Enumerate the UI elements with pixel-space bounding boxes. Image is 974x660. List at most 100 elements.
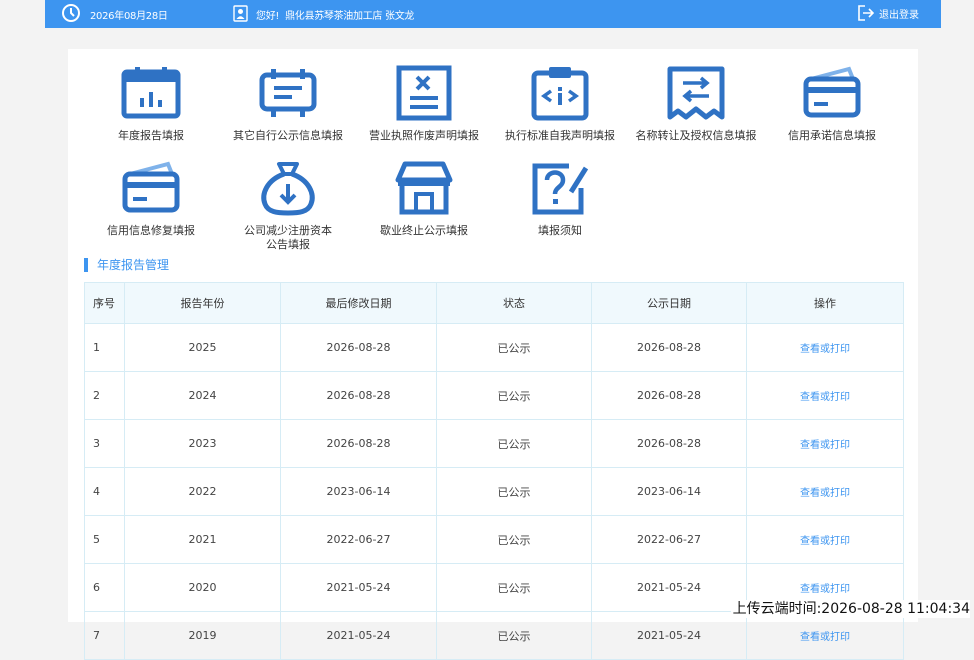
tile-filing-notice[interactable]: 填报须知	[492, 160, 628, 238]
tile-label: 执行标准自我声明填报	[505, 129, 615, 142]
cell-modified: 2026-08-28	[280, 323, 437, 372]
cell-modified: 2022-06-27	[280, 515, 437, 564]
greeting-text: 您好!	[256, 11, 280, 22]
table-row: 7 2019 2021-05-24 已公示 2021-05-24 查看或打印	[84, 611, 904, 660]
table-row: 2 2024 2026-08-28 已公示 2026-08-28 查看或打印	[84, 371, 904, 420]
cell-published: 2026-08-28	[591, 419, 747, 468]
cell-year: 2019	[124, 611, 281, 660]
tile-label: 信用信息修复填报	[107, 224, 195, 237]
logout-button[interactable]: 退出登录	[857, 4, 919, 22]
tile-label: 公司减少注册资本	[244, 224, 332, 237]
tile-credit-repair[interactable]: 信用信息修复填报	[83, 160, 219, 238]
credit-card-repair-icon	[122, 161, 180, 213]
view-print-link[interactable]: 查看或打印	[800, 344, 850, 355]
header-status: 状态	[436, 282, 592, 324]
tile-other-disclosure[interactable]: 其它自行公示信息填报	[220, 65, 356, 143]
tile-label: 其它自行公示信息填报	[233, 129, 343, 142]
table-row: 4 2022 2023-06-14 已公示 2023-06-14 查看或打印	[84, 467, 904, 516]
cell-year: 2025	[124, 323, 281, 372]
cell-status: 已公示	[436, 419, 592, 468]
tile-name-transfer[interactable]: 名称转让及授权信息填报	[628, 65, 764, 143]
cell-action: 查看或打印	[746, 371, 904, 420]
table-row: 5 2021 2022-06-27 已公示 2022-06-27 查看或打印	[84, 515, 904, 564]
current-date: 2026年08月28日	[90, 11, 168, 22]
cell-published: 2026-08-28	[591, 371, 747, 420]
logout-icon	[858, 5, 875, 21]
table-row: 1 2025 2026-08-28 已公示 2026-08-28 查看或打印	[84, 323, 904, 372]
cell-modified: 2026-08-28	[280, 419, 437, 468]
cell-modified: 2021-05-24	[280, 611, 437, 660]
cell-no: 2	[84, 371, 125, 420]
cell-status: 已公示	[436, 467, 592, 516]
cell-modified: 2023-06-14	[280, 467, 437, 516]
message-board-icon	[259, 69, 317, 117]
tile-credit-commitment[interactable]: 信用承诺信息填报	[764, 65, 900, 143]
question-edit-icon	[532, 163, 589, 215]
cell-year: 2022	[124, 467, 281, 516]
tile-label: 填报须知	[538, 224, 582, 237]
cell-year: 2020	[124, 563, 281, 612]
cell-published: 2021-05-24	[591, 563, 747, 612]
header-year: 报告年份	[124, 282, 281, 324]
cell-status: 已公示	[436, 371, 592, 420]
tile-label: 年度报告填报	[118, 129, 184, 142]
cell-action: 查看或打印	[746, 323, 904, 372]
tile-license-cancel[interactable]: 营业执照作废声明填报	[356, 65, 492, 143]
table-header-row: 序号 报告年份 最后修改日期 状态 公示日期 操作	[84, 282, 904, 324]
cell-status: 已公示	[436, 323, 592, 372]
cell-action: 查看或打印	[746, 515, 904, 564]
main-panel: 年度报告填报 其它自行公示信息填报 营业执照作废声明填报 执行标准自我声明填报 …	[68, 49, 918, 660]
credit-card-icon	[803, 66, 861, 118]
cell-modified: 2021-05-24	[280, 563, 437, 612]
cell-status: 已公示	[436, 563, 592, 612]
header-no: 序号	[84, 282, 125, 324]
cell-status: 已公示	[436, 611, 592, 660]
cell-action: 查看或打印	[746, 611, 904, 660]
tile-label: 信用承诺信息填报	[788, 129, 876, 142]
view-print-link[interactable]: 查看或打印	[800, 488, 850, 499]
cell-published: 2022-06-27	[591, 515, 747, 564]
tile-label: 营业执照作废声明填报	[369, 129, 479, 142]
user-card-icon	[233, 5, 248, 22]
transfer-receipt-icon	[667, 66, 725, 120]
view-print-link[interactable]: 查看或打印	[800, 584, 850, 595]
cell-no: 7	[84, 611, 125, 660]
clock-icon	[62, 4, 80, 22]
cell-no: 5	[84, 515, 125, 564]
cell-no: 1	[84, 323, 125, 372]
header-published: 公示日期	[591, 282, 747, 324]
cell-modified: 2026-08-28	[280, 371, 437, 420]
tile-standard-declaration[interactable]: 执行标准自我声明填报	[492, 65, 628, 143]
top-bar: 2026年08月28日 您好! 鼎化县苏琴茶油加工店 张文龙 退出登录	[45, 0, 941, 28]
cell-year: 2021	[124, 515, 281, 564]
table-row: 3 2023 2026-08-28 已公示 2026-08-28 查看或打印	[84, 419, 904, 468]
view-print-link[interactable]: 查看或打印	[800, 632, 850, 643]
cell-year: 2024	[124, 371, 281, 420]
cell-no: 6	[84, 563, 125, 612]
cell-published: 2021-05-24	[591, 611, 747, 660]
header-action: 操作	[746, 282, 904, 324]
company-user-name: 鼎化县苏琴茶油加工店 张文龙	[285, 11, 415, 22]
cancelled-document-icon	[396, 65, 452, 121]
upload-time-watermark: 上传云端时间:2026-08-28 11:04:34	[730, 600, 970, 618]
tile-label: 歇业终止公示填报	[380, 224, 468, 237]
cell-action: 查看或打印	[746, 419, 904, 468]
tile-label-line2: 公告填报	[266, 238, 310, 251]
view-print-link[interactable]: 查看或打印	[800, 536, 850, 547]
view-print-link[interactable]: 查看或打印	[800, 392, 850, 403]
cell-published: 2026-08-28	[591, 323, 747, 372]
cell-year: 2023	[124, 419, 281, 468]
header-modified: 最后修改日期	[280, 282, 437, 324]
cell-no: 4	[84, 467, 125, 516]
tile-business-termination[interactable]: 歇业终止公示填报	[356, 160, 492, 238]
tile-annual-report[interactable]: 年度报告填报	[83, 65, 219, 143]
store-icon	[395, 161, 453, 215]
tile-capital-reduction[interactable]: 公司减少注册资本 公告填报	[220, 160, 356, 252]
cell-action: 查看或打印	[746, 467, 904, 516]
view-print-link[interactable]: 查看或打印	[800, 440, 850, 451]
cell-published: 2023-06-14	[591, 467, 747, 516]
section-title: 年度报告管理	[84, 258, 169, 272]
clipboard-code-icon	[531, 67, 589, 121]
tile-label: 名称转让及授权信息填报	[635, 129, 757, 142]
logout-label: 退出登录	[879, 9, 919, 21]
